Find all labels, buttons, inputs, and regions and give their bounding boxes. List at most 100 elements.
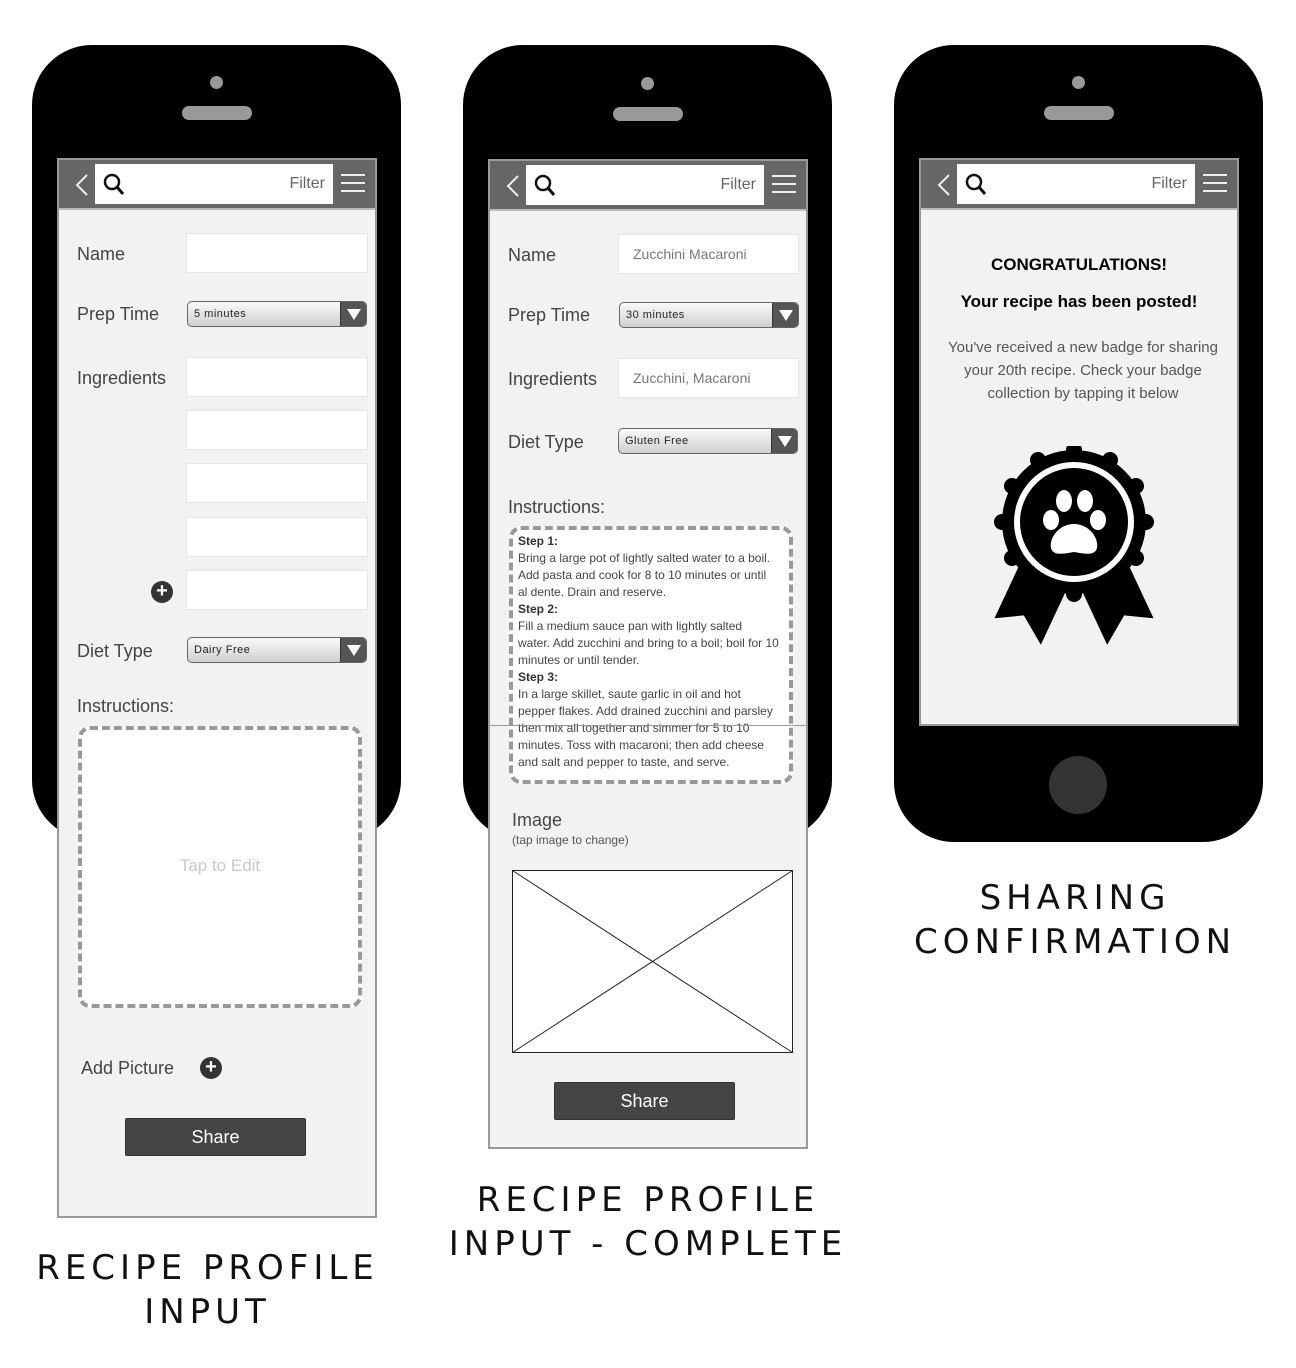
home-button[interactable] [1049,756,1107,814]
add-ingredient-plus-icon[interactable]: + [151,581,173,603]
phone-1-camera [210,76,223,89]
filter-label[interactable]: Filter [289,175,325,193]
diet-type-select[interactable]: Gluten Free [618,428,798,454]
step-line: water. Add zucchini and bring to a boil;… [518,636,779,650]
caption-line-1: RECIPE PROFILE [476,1180,820,1220]
phone-1-speaker [182,106,252,120]
prep-time-label: Prep Time [77,304,160,324]
ingredient-field-5[interactable] [186,570,368,610]
diet-type-label: Diet Type [77,641,153,661]
prep-time-select[interactable]: 5 minutes [187,301,367,327]
step-heading: Step 1: [518,534,559,548]
step-line: In a large skillet, saute garlic in oil … [518,687,741,701]
filter-label[interactable]: Filter [720,176,756,194]
phone-2-camera [641,77,654,90]
hamburger-menu-icon[interactable] [1203,174,1227,194]
chevron-down-icon [772,303,798,327]
share-button[interactable]: Share [125,1118,306,1156]
ingredients-label: Ingredients [508,369,598,389]
screen-sharing-confirmation: Filter CONGRATULATIONS! Your recipe has … [919,158,1239,726]
instructions-placeholder: Tap to Edit [179,856,261,875]
caption-line-2: INPUT [144,1292,271,1332]
step-line: Add pasta and cook for 8 to 10 minutes o… [518,568,767,582]
caption-recipe-complete: RECIPE PROFILE INPUT - COMPLETE [448,1178,848,1266]
prep-time-value: 30 minutes [626,309,685,321]
instructions-textarea[interactable]: Tap to Edit [78,726,362,1008]
chevron-down-icon [771,429,797,453]
phone-edge-line [490,725,806,726]
name-field[interactable] [186,233,368,273]
diet-type-label: Diet Type [508,432,584,452]
ingredients-value: Zucchini, Macaroni [633,370,751,386]
step-line: then mix all together and simmer for 5 t… [518,721,750,735]
instructions-label: Instructions: [77,696,175,716]
topbar: Filter [59,160,375,210]
step-line: Fill a medium sauce pan with lightly sal… [518,619,743,633]
ingredient-field-1[interactable] [186,357,368,397]
ingredients-label: Ingredients [77,368,167,388]
phone-2-speaker [613,107,683,121]
step-line: al dente. Drain and reserve. [518,585,667,599]
diet-type-value: Gluten Free [625,435,689,447]
caption-sharing-confirmation: SHARING CONFIRMATION [890,876,1260,964]
instruction-step-1: Step 1: Bring a large pot of lightly sal… [518,533,790,601]
badge-message: You've received a new badge for sharing … [948,339,1218,402]
screen-recipe-complete: Filter Name Zucchini Macaroni Prep Time … [488,159,808,1149]
name-field[interactable]: Zucchini Macaroni [618,234,799,274]
instructions-label: Instructions: [508,497,606,517]
back-chevron-icon[interactable] [504,174,524,198]
add-picture-label: Add Picture [81,1058,175,1078]
caption-line-1: SHARING [979,878,1171,918]
hamburger-menu-icon[interactable] [772,175,796,195]
step-line: pepper flakes. Add drained zucchini and … [518,704,773,718]
caption-line-1: RECIPE PROFILE [36,1248,379,1288]
search-input[interactable]: Filter [526,165,764,205]
search-icon [534,174,556,196]
image-label: Image [512,810,563,830]
posted-subtitle: Your recipe has been posted! [960,292,1198,311]
name-label: Name [508,245,557,265]
step-line: and salt and pepper to taste, and serve. [518,755,730,769]
back-chevron-icon[interactable] [73,173,93,197]
search-input[interactable]: Filter [95,164,333,204]
congrats-title: CONGRATULATIONS! [991,255,1167,274]
search-input[interactable]: Filter [957,164,1195,204]
search-icon [965,173,987,195]
ingredients-field[interactable]: Zucchini, Macaroni [618,358,799,398]
instruction-step-3: Step 3: In a large skillet, saute garlic… [518,669,790,771]
instructions-text: Step 1: Bring a large pot of lightly sal… [518,533,790,771]
step-heading: Step 2: [518,602,559,616]
step-heading: Step 3: [518,670,559,684]
caption-line-2: INPUT - COMPLETE [448,1224,848,1264]
topbar: Filter [921,160,1237,210]
ingredient-field-2[interactable] [186,410,368,450]
name-value: Zucchini Macaroni [633,246,747,262]
prep-time-value: 5 minutes [194,308,247,320]
phone-3-camera [1072,76,1085,89]
share-button[interactable]: Share [554,1082,735,1120]
phone-3-speaker [1044,106,1114,120]
prep-time-select[interactable]: 30 minutes [619,302,799,328]
filter-label[interactable]: Filter [1151,175,1187,193]
screen-recipe-input: Filter Name Prep Time 5 minutes Ingredie… [57,158,377,1218]
name-label: Name [77,244,126,264]
step-line: minutes or until tender. [518,653,640,667]
add-picture-plus-icon[interactable]: + [200,1057,222,1079]
ingredient-field-3[interactable] [186,463,368,503]
image-hint: (tap image to change) [512,833,629,847]
chevron-down-icon [340,302,366,326]
hamburger-menu-icon[interactable] [341,174,365,194]
diet-type-select[interactable]: Dairy Free [187,637,367,663]
ingredient-field-4[interactable] [186,517,368,557]
chevron-down-icon [340,638,366,662]
diet-type-value: Dairy Free [194,644,251,656]
paw-award-ribbon-icon[interactable] [989,446,1159,648]
caption-line-2: CONFIRMATION [913,922,1237,962]
step-line: Bring a large pot of lightly salted wate… [518,551,771,565]
topbar: Filter [490,161,806,211]
instruction-step-2: Step 2: Fill a medium sauce pan with lig… [518,601,790,669]
prep-time-label: Prep Time [508,305,591,325]
search-icon [103,173,125,195]
image-placeholder[interactable] [512,870,794,1054]
back-chevron-icon[interactable] [935,173,955,197]
